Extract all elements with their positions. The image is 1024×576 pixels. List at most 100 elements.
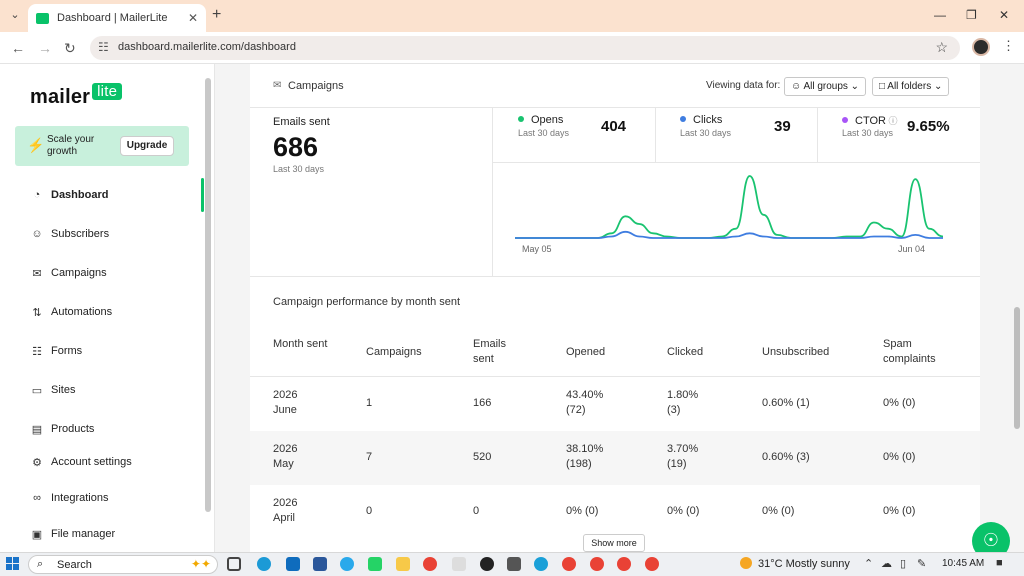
mailerlite-logo[interactable]: mailer lite — [30, 83, 123, 109]
upgrade-promo: ⚡ Scale your growth Upgrade — [15, 126, 189, 166]
new-tab-plus-icon[interactable]: + — [212, 6, 221, 24]
column-header-campaigns: Campaigns — [366, 346, 422, 358]
app-icon[interactable] — [480, 557, 494, 571]
windows-taskbar: ⌕ Search ✦✦ 31°C Mostly sunny ⌃ ☁ ▯ ✎ 10… — [0, 552, 1024, 576]
app-icon[interactable] — [452, 557, 466, 571]
emails-sent-summary: Emails sent 686 Last 30 days — [273, 116, 330, 174]
url-input[interactable]: ☷ dashboard.mailerlite.com/dashboard ☆ — [90, 36, 960, 60]
address-bar: ← → ↻ ☷ dashboard.mailerlite.com/dashboa… — [0, 32, 1024, 64]
metric-value: 404 — [601, 118, 627, 135]
profile-avatar[interactable] — [972, 38, 990, 56]
column-header-spam: Spam complaints — [883, 338, 936, 365]
upgrade-button[interactable]: Upgrade — [120, 136, 174, 156]
tab-title: Dashboard | MailerLite — [57, 12, 168, 24]
outlook-icon[interactable] — [286, 557, 300, 571]
metric-ctor: CTOR ⓘ Last 30 days 9.65% — [817, 108, 980, 162]
bookmark-star-icon[interactable]: ☆ — [935, 39, 948, 56]
cell-campaigns: 7 — [366, 451, 373, 463]
telegram-icon[interactable] — [340, 557, 354, 571]
user-icon: ☺ — [31, 228, 43, 240]
opens-dot-icon — [518, 116, 524, 122]
mailerlite-favicon-icon — [36, 12, 49, 24]
sidebar-item-label: Campaigns — [51, 267, 107, 279]
weather-widget[interactable]: 31°C Mostly sunny — [740, 557, 850, 570]
sidebar-scrollbar[interactable] — [205, 78, 211, 512]
divider — [250, 276, 980, 277]
show-more-button[interactable]: Show more — [583, 534, 645, 552]
edge-icon[interactable] — [534, 557, 548, 571]
battery-icon[interactable]: ▯ — [900, 557, 906, 570]
metric-period: Last 30 days — [842, 128, 894, 138]
browser-menu-icon[interactable]: ⋮ — [1002, 38, 1015, 54]
browser-tab[interactable]: Dashboard | MailerLite ✕ — [28, 4, 206, 32]
sidebar-item-automations[interactable]: ⇅ Automations — [30, 302, 112, 322]
close-tab-icon[interactable]: ✕ — [188, 11, 198, 25]
user-icon: ☺ — [791, 81, 804, 92]
cell-spam: 0% (0) — [883, 505, 916, 517]
sidebar-item-account-settings[interactable]: ⚙ Account settings — [30, 452, 132, 472]
minimize-icon[interactable]: — — [934, 8, 946, 22]
sidebar-item-forms[interactable]: ☷ Forms — [30, 341, 82, 361]
table-row: 2026 May 7 520 38.10% (198) 3.70% (19) 0… — [250, 431, 980, 485]
clicks-dot-icon — [680, 116, 686, 122]
reload-icon[interactable]: ↻ — [64, 40, 76, 57]
chrome-icon[interactable] — [423, 557, 437, 571]
cell-opened: 38.10% (198) — [566, 443, 604, 470]
app-icon[interactable] — [507, 557, 521, 571]
opens-clicks-chart: May 05 Jun 04 — [515, 175, 944, 254]
sidebar-item-label: Forms — [51, 345, 83, 357]
sidebar-item-label: Sites — [51, 384, 76, 396]
taskbar-search-input[interactable]: ⌕ Search ✦✦ — [28, 555, 218, 574]
file-explorer-icon[interactable] — [396, 557, 410, 571]
app-icon[interactable] — [257, 557, 271, 571]
site-info-icon[interactable]: ☷ — [98, 40, 109, 54]
info-icon[interactable]: ⓘ — [886, 116, 897, 126]
sidebar-item-dashboard[interactable]: ◔ Dashboard — [30, 185, 109, 205]
divider — [492, 162, 980, 163]
folders-dropdown[interactable]: □ All folders ⌄ — [872, 77, 950, 96]
metric-period: Last 30 days — [518, 128, 570, 138]
table-row: 2026 June 1 166 43.40% (72) 1.80% (3) 0.… — [250, 377, 980, 431]
pen-icon[interactable]: ✎ — [917, 557, 926, 570]
cell-clicked: 1.80% (3) — [667, 389, 699, 416]
chrome-icon[interactable] — [617, 557, 631, 571]
sidebar: mailer lite ⚡ Scale your growth Upgrade ◔… — [0, 64, 215, 552]
task-view-icon[interactable] — [227, 557, 241, 571]
sidebar-item-subscribers[interactable]: ☺ Subscribers — [30, 224, 109, 244]
cell-spam: 0% (0) — [883, 451, 916, 463]
forward-arrow-icon[interactable]: → — [38, 40, 52, 56]
emails-sent-period: Last 30 days — [273, 164, 325, 174]
tab-list-chevron-icon[interactable]: ⌄ — [6, 8, 24, 24]
chrome-icon[interactable] — [562, 557, 576, 571]
groups-dropdown[interactable]: ☺ All groups ⌄ — [784, 77, 867, 96]
sidebar-item-sites[interactable]: ▭ Sites — [30, 380, 76, 400]
chrome-icon[interactable] — [645, 557, 659, 571]
sidebar-item-products[interactable]: ▤ Products — [30, 419, 95, 439]
page-scrollbar[interactable] — [1014, 307, 1020, 429]
products-icon: ▤ — [31, 423, 43, 436]
cell-campaigns: 0 — [366, 505, 373, 517]
metric-name: CTOR — [855, 115, 886, 127]
sidebar-item-campaigns[interactable]: ✉ Campaigns — [30, 263, 107, 283]
chevron-up-icon[interactable]: ⌃ — [864, 557, 873, 570]
lightning-icon: ⚡ — [27, 137, 45, 153]
back-arrow-icon[interactable]: ← — [11, 40, 25, 56]
sidebar-item-file-manager[interactable]: ▣ File manager — [30, 524, 115, 544]
sites-icon: ▭ — [31, 384, 43, 397]
sidebar-item-label: Account settings — [51, 456, 132, 468]
whatsapp-icon[interactable] — [368, 557, 382, 571]
logo-badge: lite — [92, 83, 123, 100]
cell-emails: 0 — [473, 505, 480, 517]
weather-text: 31°C Mostly sunny — [758, 558, 850, 570]
windows-start-icon[interactable] — [6, 557, 20, 571]
sidebar-item-integrations[interactable]: ∞ Integrations — [30, 488, 108, 508]
column-header-month: Month sent — [273, 338, 328, 350]
cloud-icon[interactable]: ☁ — [881, 557, 892, 570]
close-window-icon[interactable]: ✕ — [999, 8, 1009, 22]
clock[interactable]: 10:45 AM — [942, 558, 984, 569]
notification-icon[interactable]: ■ — [996, 557, 1003, 569]
chrome-icon[interactable] — [590, 557, 604, 571]
store-icon[interactable] — [313, 557, 327, 571]
sidebar-item-label: Dashboard — [51, 189, 109, 201]
restore-icon[interactable]: ❐ — [966, 8, 977, 22]
